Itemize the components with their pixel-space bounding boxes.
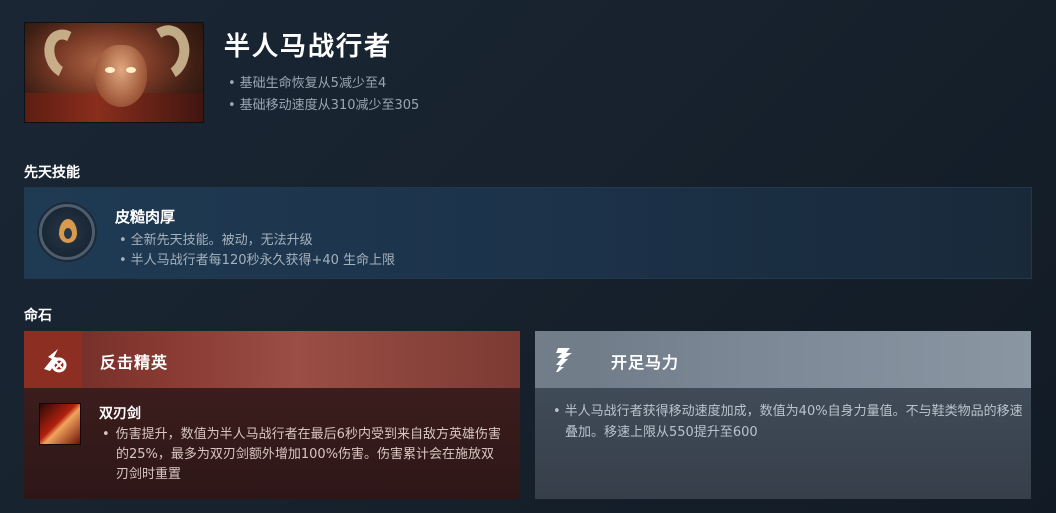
facet-notes-list: 半人马战行者获得移动速度加成，数值为40%自身力量值。不与鞋类物品的移速叠加。移… (553, 401, 1023, 443)
facets-section-label: 命石 (24, 308, 52, 324)
facet-body: 双刃剑 伤害提升，数值为半人马战行者在最后6秒内受到来自敌方英雄伤害的25%，最… (24, 388, 520, 499)
hero-header: 半人马战行者 基础生命恢复从5减少至4 基础移动速度从310减少至305 (24, 22, 1034, 127)
facet-body: 半人马战行者获得移动速度加成，数值为40%自身力量值。不与鞋类物品的移速叠加。移… (535, 388, 1031, 499)
portrait-eye-right (126, 67, 136, 73)
hero-name: 半人马战行者 (224, 32, 393, 62)
ability-name: 双刃剑 (99, 406, 141, 422)
ability-notes-list: 伤害提升，数值为半人马战行者在最后6秒内受到来自敌方英雄伤害的25%，最多为双刃… (102, 425, 502, 485)
innate-note: 半人马战行者每120秒永久获得+40 生命上限 (119, 251, 395, 271)
facet-header: 反击精英 (24, 331, 520, 388)
portrait-horn-left (37, 23, 93, 85)
hero-note: 基础移动速度从310减少至305 (228, 95, 420, 117)
portrait-eye-left (105, 67, 115, 73)
facet-card-right[interactable]: 开足马力 半人马战行者获得移动速度加成，数值为40%自身力量值。不与鞋类物品的移… (535, 331, 1031, 499)
ability-note: 伤害提升，数值为半人马战行者在最后6秒内受到来自敌方英雄伤害的25%，最多为双刃… (102, 425, 502, 485)
hero-notes-list: 基础生命恢复从5减少至4 基础移动速度从310减少至305 (228, 73, 420, 117)
facet-name: 反击精英 (100, 353, 169, 372)
facet-card-left[interactable]: 反击精英 双刃剑 伤害提升，数值为半人马战行者在最后6秒内受到来自敌方英雄伤害的… (24, 331, 520, 499)
blood-drop-icon (59, 219, 77, 243)
innate-note: 全新先天技能。被动，无法升级 (119, 231, 395, 251)
innate-ability-icon[interactable] (39, 204, 95, 260)
portrait-face (95, 45, 147, 107)
innate-ability-name: 皮糙肉厚 (115, 208, 176, 226)
double-edge-icon[interactable] (39, 403, 81, 445)
innate-notes-list: 全新先天技能。被动，无法升级 半人马战行者每120秒永久获得+40 生命上限 (119, 231, 395, 271)
hero-portrait (24, 22, 204, 123)
hoof-icon (535, 331, 593, 388)
innate-section-label: 先天技能 (24, 165, 80, 181)
innate-ability-panel: 皮糙肉厚 全新先天技能。被动，无法升级 半人马战行者每120秒永久获得+40 生… (24, 187, 1032, 279)
facet-note: 半人马战行者获得移动速度加成，数值为40%自身力量值。不与鞋类物品的移速叠加。移… (553, 401, 1023, 443)
facet-header: 开足马力 (535, 331, 1031, 388)
hero-note: 基础生命恢复从5减少至4 (228, 73, 419, 95)
facet-name: 开足马力 (611, 353, 680, 372)
retaliate-icon (24, 331, 82, 388)
